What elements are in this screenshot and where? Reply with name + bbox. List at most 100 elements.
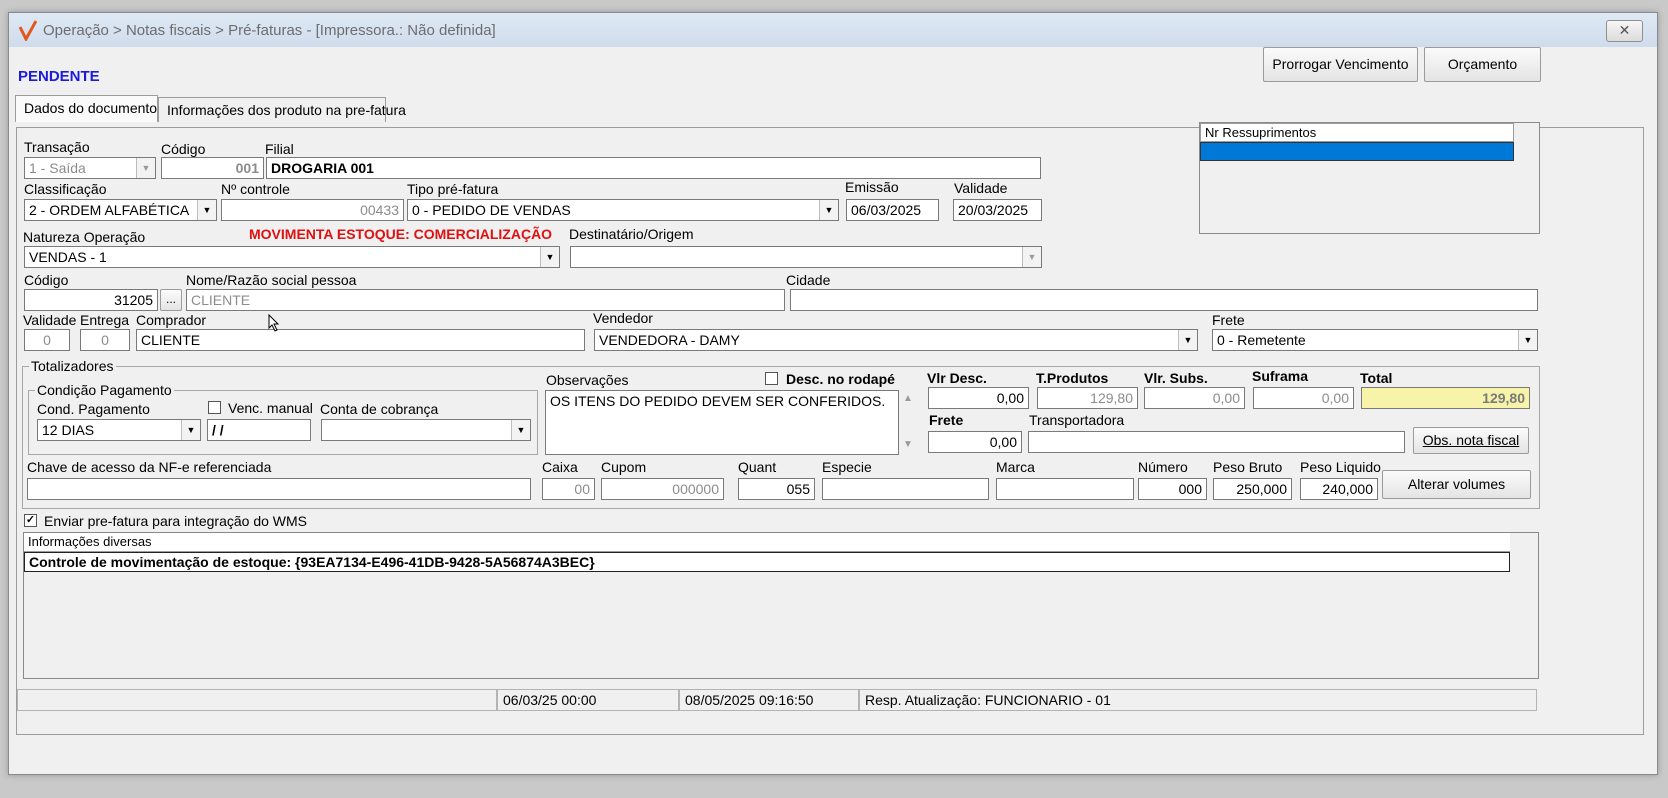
t-produtos-field[interactable]: 129,80 <box>1037 387 1138 409</box>
ressuprimentos-header: Nr Ressuprimentos <box>1200 123 1514 142</box>
emissao-field[interactable]: 06/03/2025 <box>846 199 939 221</box>
vendedor-label: Vendedor <box>593 310 653 326</box>
classificacao-select[interactable]: 2 - ORDEM ALFABÉTICA ▼ <box>24 199 217 221</box>
chevron-down-icon: ▼ <box>540 247 559 267</box>
cond-pagamento-select[interactable]: 12 DIAS ▼ <box>37 419 201 441</box>
filial-field[interactable]: DROGARIA 001 <box>266 157 1041 179</box>
comprador-label: Comprador <box>136 312 207 328</box>
marca-field[interactable] <box>996 478 1134 500</box>
pessoa-codigo-field[interactable]: 31205 <box>24 289 158 311</box>
status-cell-empty <box>17 689 497 711</box>
chevron-down-icon: ▼ <box>1518 330 1537 350</box>
cupom-label: Cupom <box>601 459 647 475</box>
frete-tipo-value: 0 - Remetente <box>1217 332 1306 348</box>
codigo-label: Código <box>161 141 206 157</box>
frete-label: Frete <box>929 412 964 428</box>
nome-field[interactable]: CLIENTE <box>186 289 785 311</box>
codigo-field[interactable]: 001 <box>161 157 264 179</box>
frete-field[interactable]: 0,00 <box>928 431 1022 453</box>
pre-fatura-window: Operação > Notas fiscais > Pré-faturas -… <box>8 12 1658 775</box>
cond-pagamento-value: 12 DIAS <box>42 422 95 438</box>
especie-field[interactable] <box>822 478 989 500</box>
tipo-prefatura-select[interactable]: 0 - PEDIDO DE VENDAS ▼ <box>407 199 839 221</box>
ressuprimentos-grid[interactable]: Nr Ressuprimentos <box>1199 122 1540 234</box>
prorrogar-vencimento-button[interactable]: Prorrogar Vencimento <box>1263 47 1418 82</box>
alterar-volumes-button[interactable]: Alterar volumes <box>1382 470 1531 499</box>
quant-field[interactable]: 055 <box>738 478 815 500</box>
numero-field[interactable]: 000 <box>1138 478 1207 500</box>
venc-manual-checkbox[interactable] <box>208 401 221 414</box>
window-title: Operação > Notas fiscais > Pré-faturas -… <box>43 22 496 39</box>
conta-cobranca-label: Conta de cobrança <box>320 401 439 417</box>
total-field[interactable]: 129,80 <box>1361 387 1530 409</box>
mouse-cursor-icon <box>268 314 280 332</box>
vlr-desc-field[interactable]: 0,00 <box>928 387 1029 409</box>
natureza-value: VENDAS - 1 <box>29 249 107 265</box>
natureza-select[interactable]: VENDAS - 1 ▼ <box>24 246 560 268</box>
classificacao-label: Classificação <box>24 181 107 197</box>
status-cell-responsavel: Resp. Atualização: FUNCIONARIO - 01 <box>859 689 1537 711</box>
status-bar: 06/03/25 00:00 08/05/2025 09:16:50 Resp.… <box>17 689 1645 713</box>
cidade-field[interactable] <box>790 289 1538 311</box>
peso-liquido-label: Peso Liquido <box>1300 459 1381 475</box>
total-label: Total <box>1360 370 1393 386</box>
totalizadores-title: Totalizadores <box>29 358 116 374</box>
chave-acesso-field[interactable] <box>27 478 531 500</box>
transacao-label: Transação <box>24 139 90 155</box>
cupom-field[interactable]: 000000 <box>601 478 724 500</box>
pessoa-lookup-button[interactable]: ... <box>160 289 182 311</box>
validade-dias-label: Validade <box>23 312 77 328</box>
ressuprimentos-selected-row[interactable] <box>1200 142 1514 161</box>
destinatario-select[interactable]: ▼ <box>570 246 1042 268</box>
t-produtos-label: T.Produtos <box>1036 370 1109 386</box>
pessoa-codigo-label: Código <box>24 272 69 288</box>
chevron-down-icon: ▼ <box>197 200 216 220</box>
entrega-field[interactable]: 0 <box>80 329 130 351</box>
chevron-down-icon: ▼ <box>181 420 200 440</box>
nr-controle-field[interactable]: 00433 <box>221 199 404 221</box>
transacao-value: 1 - Saída <box>29 160 86 176</box>
nr-controle-label: Nº controle <box>221 181 290 197</box>
vlr-subs-field[interactable]: 0,00 <box>1144 387 1245 409</box>
venc-manual-field[interactable]: / / <box>207 419 311 441</box>
wms-checkbox[interactable]: ✓ <box>24 514 37 527</box>
condicao-pagamento-title: Condição Pagamento <box>35 382 174 398</box>
transacao-select[interactable]: 1 - Saída ▼ <box>24 157 156 179</box>
tipo-prefatura-value: 0 - PEDIDO DE VENDAS <box>412 202 571 218</box>
validade-field[interactable]: 20/03/2025 <box>953 199 1042 221</box>
peso-liquido-field[interactable]: 240,000 <box>1300 478 1378 500</box>
movimenta-estoque-warning: MOVIMENTA ESTOQUE: COMERCIALIZAÇÃO <box>249 226 553 242</box>
suframa-field[interactable]: 0,00 <box>1253 387 1354 409</box>
obs-nota-fiscal-button[interactable]: Obs. nota fiscal <box>1413 427 1529 454</box>
close-button[interactable]: ✕ <box>1606 20 1643 42</box>
vlr-desc-label: Vlr Desc. <box>927 370 987 386</box>
venc-manual-label: Venc. manual <box>228 400 313 416</box>
destinatario-label: Destinatário/Origem <box>569 226 694 242</box>
validade-dias-field[interactable]: 0 <box>24 329 70 351</box>
natureza-label: Natureza Operação <box>23 229 146 245</box>
peso-bruto-field[interactable]: 250,000 <box>1213 478 1292 500</box>
vendedor-select[interactable]: VENDEDORA - DAMY ▼ <box>594 329 1198 351</box>
scroll-up-icon[interactable]: ▲ <box>903 393 913 404</box>
informacoes-diversas-grid[interactable]: Informações diversas Controle de movimen… <box>23 532 1539 679</box>
scroll-down-icon[interactable]: ▼ <box>903 439 913 450</box>
validade-label: Validade <box>954 180 1008 196</box>
tab-informacoes-produto[interactable]: Informações dos produto na pre-fatura <box>158 97 406 122</box>
document-status: PENDENTE <box>18 68 100 85</box>
app-logo-icon <box>19 20 37 41</box>
tab-dados-documento[interactable]: Dados do documento <box>15 95 158 122</box>
transportadora-field[interactable] <box>1028 431 1405 453</box>
conta-cobranca-select[interactable]: ▼ <box>321 419 531 441</box>
orcamento-button[interactable]: Orçamento <box>1424 47 1541 82</box>
comprador-field[interactable]: CLIENTE <box>136 329 585 351</box>
caixa-field[interactable]: 00 <box>542 478 595 500</box>
vlr-subs-label: Vlr. Subs. <box>1144 370 1208 386</box>
chevron-down-icon: ▼ <box>1022 247 1041 267</box>
informacoes-diversas-row[interactable]: Controle de movimentação de estoque: {93… <box>24 552 1510 572</box>
observacoes-textarea[interactable]: OS ITENS DO PEDIDO DEVEM SER CONFERIDOS. <box>545 390 899 455</box>
frete-tipo-select[interactable]: 0 - Remetente ▼ <box>1212 329 1538 351</box>
desc-rodape-checkbox[interactable] <box>765 372 778 385</box>
frete-tipo-label: Frete <box>1212 312 1245 328</box>
chevron-down-icon: ▼ <box>819 200 838 220</box>
entrega-label: Entrega <box>80 312 130 328</box>
